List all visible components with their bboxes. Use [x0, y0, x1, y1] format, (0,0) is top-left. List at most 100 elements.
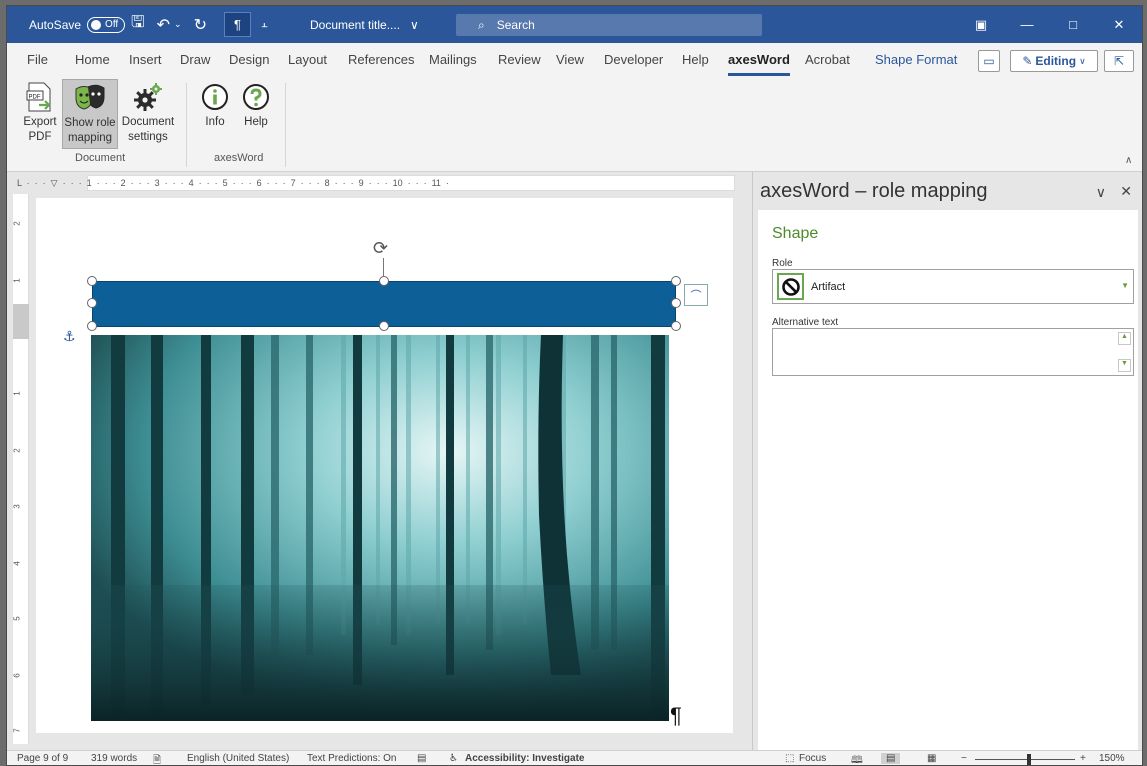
- scroll-up-icon[interactable]: ▲: [1118, 332, 1131, 345]
- tab-help[interactable]: Help: [682, 52, 709, 67]
- autosave-toggle[interactable]: Off: [87, 16, 126, 33]
- tab-insert[interactable]: Insert: [129, 52, 162, 67]
- help-button[interactable]: Help: [239, 79, 273, 149]
- vertical-ruler[interactable]: 2 1 1 2 3 4 5 6 7: [13, 194, 29, 744]
- pane-header: axesWord – role mapping ∨ ✕: [753, 172, 1142, 210]
- accessibility-icon: ♿: [449, 753, 458, 764]
- autosave-label: AutoSave: [29, 17, 82, 32]
- alt-text-field[interactable]: ▲ ▼: [772, 328, 1134, 376]
- redo-icon[interactable]: ↻: [194, 15, 207, 35]
- window-controls: ▣ — □ ✕: [958, 6, 1142, 43]
- text-predictions[interactable]: Text Predictions: On: [307, 753, 396, 764]
- close-icon[interactable]: ✕: [1096, 17, 1142, 33]
- undo-icon[interactable]: ↶: [157, 15, 170, 35]
- export-pdf-line1: Export: [23, 116, 57, 128]
- horizontal-ruler[interactable]: L · · · ▽ · · · 1 · · · 2 · · · 3 · · · …: [7, 172, 747, 194]
- document-page[interactable]: [36, 198, 733, 733]
- document-settings-button[interactable]: Document settings: [120, 79, 176, 149]
- language[interactable]: English (United States): [187, 753, 289, 764]
- proofing-icon[interactable]: 🗎: [153, 753, 161, 765]
- tab-mailings[interactable]: Mailings: [429, 52, 477, 67]
- share-button[interactable]: ⇱: [1104, 50, 1134, 72]
- document-title[interactable]: Document title.... ∨: [310, 6, 419, 43]
- tab-home[interactable]: Home: [75, 52, 110, 67]
- search-placeholder: Search: [496, 18, 535, 32]
- pane-title: axesWord – role mapping: [760, 180, 988, 202]
- pencil-icon: ✎: [1022, 54, 1033, 68]
- vruler-mark: 1: [12, 391, 22, 396]
- role-mapping-pane: axesWord – role mapping ∨ ✕ Shape Role A…: [752, 172, 1142, 750]
- vruler-mark: 6: [12, 673, 22, 678]
- zoom-out-icon[interactable]: −: [961, 753, 967, 764]
- close-pane-icon[interactable]: ✕: [1120, 183, 1132, 200]
- editing-label: Editing: [1035, 54, 1077, 68]
- export-pdf-button[interactable]: PDF Export PDF: [19, 79, 61, 149]
- page-count[interactable]: Page 9 of 9: [17, 753, 68, 764]
- save-icon[interactable]: 🖫: [131, 11, 145, 38]
- chevron-down-icon: ∨: [1079, 55, 1086, 66]
- export-pdf-line2: PDF: [28, 131, 52, 143]
- tab-developer[interactable]: Developer: [604, 52, 663, 67]
- ribbon: PDF Export PDF Show role mapping Documen…: [7, 77, 1142, 172]
- doc-settings-line2: settings: [128, 131, 168, 143]
- comments-button[interactable]: ▭: [978, 50, 1000, 72]
- tab-review[interactable]: Review: [498, 52, 541, 67]
- maximize-icon[interactable]: □: [1050, 17, 1096, 32]
- print-layout-icon[interactable]: ▤: [881, 753, 901, 764]
- vruler-mark: 5: [12, 616, 22, 621]
- vruler-mark: 7: [12, 728, 22, 733]
- customize-qat-icon[interactable]: ⫠: [261, 6, 268, 43]
- info-label: Info: [205, 116, 225, 128]
- comment-icon: ▭: [983, 54, 995, 68]
- vruler-mark: 3: [12, 504, 22, 509]
- tab-acrobat[interactable]: Acrobat: [805, 52, 850, 67]
- show-role-line2: mapping: [67, 132, 113, 144]
- show-formatting-button[interactable]: ¶: [224, 12, 251, 37]
- macro-icon[interactable]: ▤: [417, 753, 426, 764]
- scroll-down-icon[interactable]: ▼: [1118, 359, 1131, 372]
- pane-body: Shape Role Artifact ▼ Alternative text ▲…: [758, 210, 1138, 750]
- zoom-in-icon[interactable]: +: [1080, 753, 1086, 764]
- document-title-text: Document title....: [310, 17, 401, 32]
- svg-text:PDF: PDF: [29, 95, 41, 101]
- tab-axesword[interactable]: axesWord: [728, 52, 790, 76]
- ruler-marks: L · · · ▽ · · · 1 · · · 2 · · · 3 · · · …: [17, 177, 449, 188]
- editing-mode-button[interactable]: ✎ Editing ∨: [1010, 50, 1098, 72]
- tab-references[interactable]: References: [348, 52, 414, 67]
- minimize-icon[interactable]: —: [1004, 17, 1050, 32]
- word-window: AutoSave Off 🖫 ↶ ⌄ ↻ ¶ ⫠ Document title.…: [6, 5, 1143, 766]
- role-value: Artifact: [811, 280, 846, 293]
- tab-view[interactable]: View: [556, 52, 584, 67]
- toggle-knob: [91, 19, 102, 30]
- read-mode-icon[interactable]: 🕮: [851, 753, 863, 765]
- chevron-down-icon: ▼: [1121, 281, 1129, 290]
- tab-layout[interactable]: Layout: [288, 52, 327, 67]
- zoom-slider[interactable]: [975, 759, 1075, 760]
- zoom-level[interactable]: 150%: [1099, 753, 1125, 764]
- status-bar: Page 9 of 9 319 words 🗎 English (United …: [7, 750, 1142, 765]
- show-role-mapping-button[interactable]: Show role mapping: [62, 79, 118, 149]
- vruler-mark: 2: [12, 221, 22, 226]
- tab-shape-format[interactable]: Shape Format: [875, 52, 957, 67]
- ribbon-display-icon[interactable]: ▣: [958, 17, 1004, 33]
- pane-options-chevron-icon[interactable]: ∨: [1096, 184, 1106, 201]
- tab-design[interactable]: Design: [229, 52, 269, 67]
- info-button[interactable]: Info: [198, 79, 232, 149]
- role-dropdown[interactable]: Artifact ▼: [772, 269, 1134, 304]
- search-icon: ⌕: [478, 17, 485, 32]
- zoom-slider-thumb[interactable]: [1027, 754, 1031, 765]
- group-separator: [186, 83, 187, 167]
- accessibility-status[interactable]: Accessibility: Investigate: [465, 753, 585, 764]
- help-label: Help: [244, 116, 268, 128]
- collapse-ribbon-icon[interactable]: ∧: [1125, 155, 1132, 166]
- info-icon: [201, 79, 229, 115]
- web-layout-icon[interactable]: ▦: [927, 753, 936, 764]
- vruler-mark: 4: [12, 561, 22, 566]
- search-box[interactable]: ⌕ Search: [456, 14, 762, 36]
- help-icon: [242, 79, 270, 115]
- tab-file[interactable]: File: [27, 52, 48, 67]
- tab-draw[interactable]: Draw: [180, 52, 210, 67]
- focus-mode[interactable]: Focus: [799, 753, 826, 764]
- word-count[interactable]: 319 words: [91, 753, 137, 764]
- undo-dropdown-icon[interactable]: ⌄: [174, 19, 182, 30]
